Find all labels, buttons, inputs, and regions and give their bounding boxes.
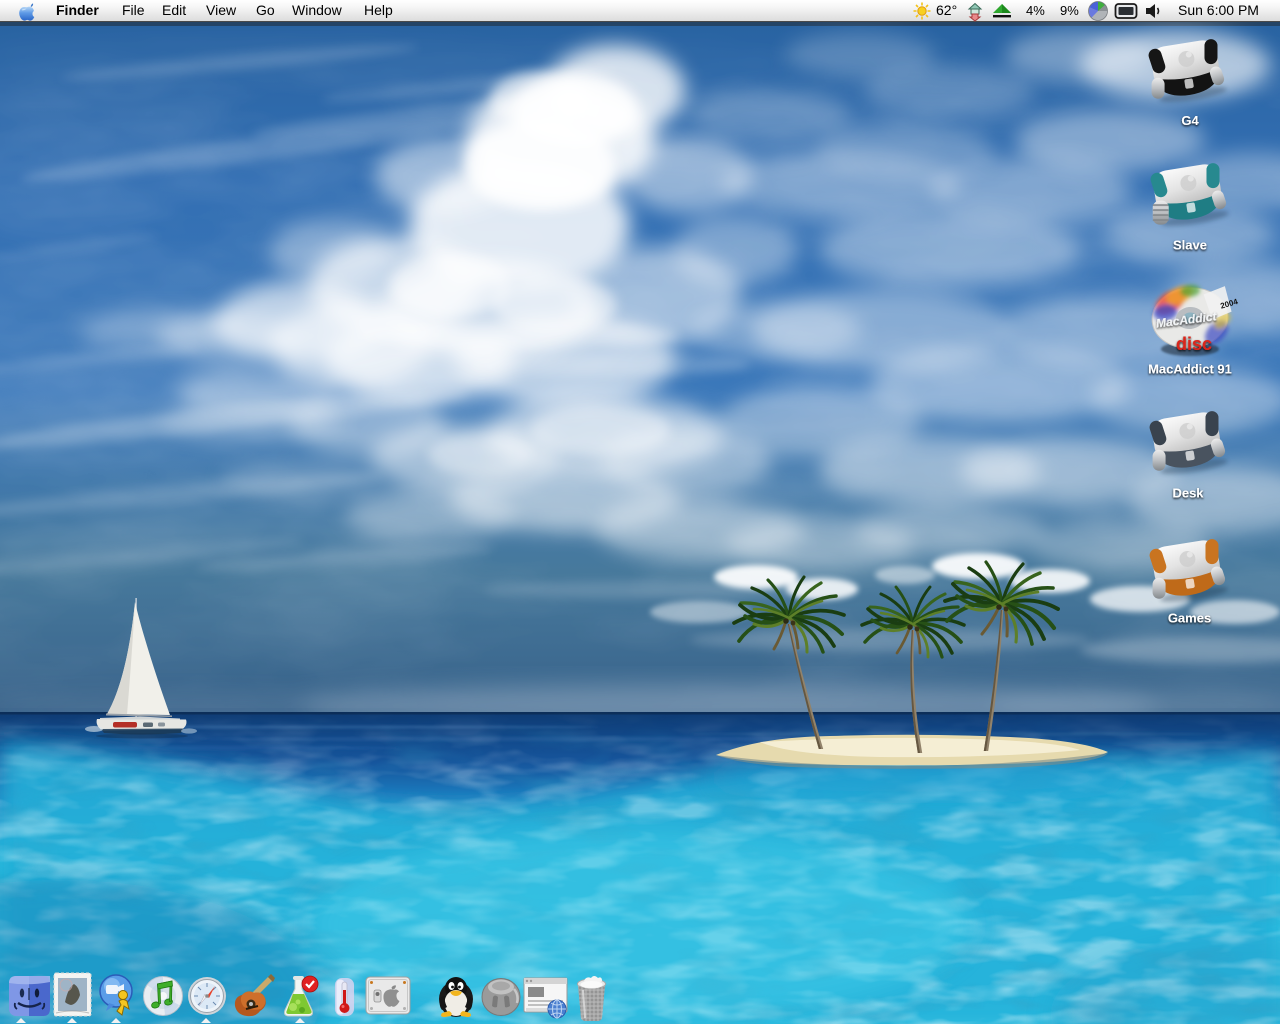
svg-text:G4: G4 [1181,113,1199,128]
svg-text:Slave: Slave [1173,238,1207,253]
svg-text:Desk: Desk [1172,486,1204,501]
svg-text:MacAddict 91: MacAddict 91 [1148,362,1232,377]
svg-text:Games: Games [1168,611,1211,626]
svg-text:disc: disc [1176,334,1212,354]
